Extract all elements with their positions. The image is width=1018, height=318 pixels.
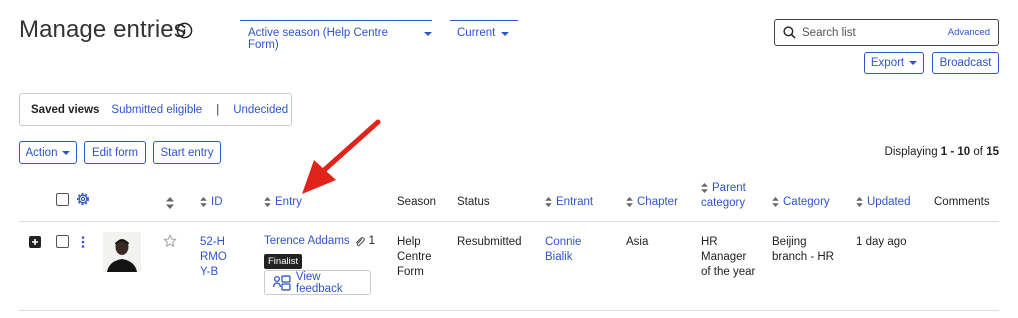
- row-checkbox[interactable]: [56, 235, 69, 248]
- status-cell: Resubmitted: [457, 236, 522, 248]
- entry-thumbnail[interactable]: [103, 232, 141, 272]
- sort-icon: [772, 196, 779, 207]
- start-entry-button[interactable]: Start entry: [153, 141, 221, 164]
- column-header-id-label: ID: [211, 196, 223, 208]
- export-button[interactable]: Export: [864, 52, 924, 74]
- row-divider: [19, 310, 999, 311]
- entry-name-link[interactable]: Terence Addams: [264, 234, 350, 249]
- sort-icon[interactable]: [166, 197, 174, 209]
- column-header-chapter-label: Chapter: [637, 196, 678, 208]
- column-header-status: Status: [457, 196, 490, 208]
- view-feedback-button[interactable]: View feedback: [264, 270, 371, 295]
- season-cell: Help Centre Form: [397, 236, 432, 278]
- chevron-down-icon: [62, 150, 71, 155]
- pagination-summary: Displaying 1 - 10 of 15: [885, 146, 999, 158]
- entrant-link[interactable]: Connie Bialik: [545, 235, 595, 265]
- info-icon[interactable]: [176, 22, 193, 39]
- displaying-of: of: [970, 146, 987, 158]
- feedback-icon: [273, 274, 291, 291]
- header-divider: [19, 221, 999, 222]
- season-dropdown-label: Active season (Help Centre Form): [248, 27, 388, 51]
- sort-icon: [626, 196, 633, 207]
- sort-icon: [856, 196, 863, 207]
- column-header-category[interactable]: Category: [772, 196, 830, 208]
- column-header-updated[interactable]: Updated: [856, 196, 910, 208]
- row-menu-kebab-icon[interactable]: [80, 235, 86, 249]
- column-header-chapter[interactable]: Chapter: [626, 196, 678, 208]
- advanced-search-link[interactable]: Advanced: [948, 27, 990, 38]
- entry-cell: Terence Addams 1: [264, 234, 375, 249]
- displaying-range: 1 - 10: [940, 146, 971, 158]
- saved-views-label: Saved views: [31, 103, 100, 116]
- category-cell: Beijing branch - HR: [772, 236, 834, 263]
- column-header-updated-label: Updated: [867, 196, 911, 208]
- sort-icon: [264, 196, 271, 207]
- column-header-comments: Comments: [934, 196, 990, 208]
- column-header-entrant-label: Entrant: [556, 196, 594, 208]
- action-button[interactable]: Action: [19, 141, 77, 164]
- page-title: Manage entries: [19, 16, 186, 43]
- edit-form-button[interactable]: Edit form: [84, 141, 146, 164]
- select-all-checkbox[interactable]: [56, 193, 69, 206]
- row-id-link[interactable]: 52-HRMOY-B: [200, 235, 232, 280]
- saved-view-submitted-eligible[interactable]: Submitted eligible: [111, 104, 202, 116]
- column-header-parent-category[interactable]: Parent category: [701, 181, 761, 211]
- parent-category-cell: HR Manager of the year: [701, 236, 756, 278]
- attachment-count: 1: [368, 235, 376, 247]
- column-header-season: Season: [397, 196, 437, 208]
- start-entry-button-label: Start entry: [160, 146, 214, 159]
- displaying-total: 15: [986, 146, 999, 158]
- annotation-arrow: [302, 119, 381, 194]
- search-box[interactable]: Search list Advanced: [774, 19, 999, 46]
- displaying-prefix: Displaying: [884, 146, 941, 158]
- chevron-down-icon: [909, 61, 918, 65]
- chevron-down-icon: [501, 32, 510, 36]
- season-dropdown[interactable]: Active season (Help Centre Form): [240, 20, 432, 51]
- search-input[interactable]: Search list: [802, 27, 948, 39]
- broadcast-button-label: Broadcast: [939, 57, 992, 69]
- finalist-badge: Finalist: [264, 254, 303, 269]
- current-dropdown-label: Current: [457, 27, 496, 39]
- sort-icon: [545, 196, 552, 207]
- saved-views: Saved views Submitted eligible | Undecid…: [19, 93, 292, 126]
- saved-views-separator: |: [216, 103, 220, 116]
- chevron-down-icon: [424, 32, 432, 36]
- expand-row-icon[interactable]: [29, 236, 41, 248]
- sort-icon: [701, 182, 708, 193]
- star-icon[interactable]: [163, 234, 177, 248]
- view-feedback-label: View feedback: [295, 270, 343, 295]
- sort-icon: [200, 196, 207, 207]
- search-icon: [783, 26, 796, 39]
- paperclip-icon: [355, 237, 365, 247]
- column-header-entrant[interactable]: Entrant: [545, 196, 593, 208]
- plus-icon: [32, 239, 38, 245]
- chapter-cell: Asia: [626, 236, 649, 248]
- edit-form-button-label: Edit form: [91, 146, 138, 159]
- action-button-label: Action: [25, 146, 58, 159]
- broadcast-button[interactable]: Broadcast: [932, 52, 999, 74]
- column-settings-gear-icon[interactable]: [75, 191, 91, 207]
- column-header-id[interactable]: ID: [200, 196, 223, 208]
- current-dropdown[interactable]: Current: [450, 20, 518, 46]
- column-header-category-label: Category: [783, 196, 830, 208]
- updated-cell: 1 day ago: [856, 236, 907, 248]
- export-button-label: Export: [870, 57, 905, 69]
